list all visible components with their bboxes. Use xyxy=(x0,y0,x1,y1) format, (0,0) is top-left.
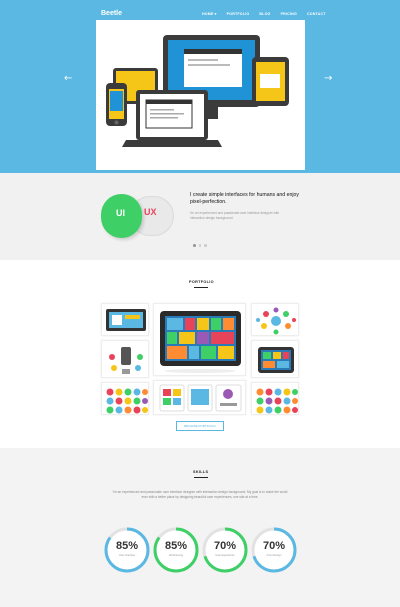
nav-item-home-label: HOME xyxy=(202,12,214,16)
portfolio-thumb xyxy=(109,347,143,374)
skills-title: SKILLS xyxy=(193,470,209,478)
portfolio-item-color-icons[interactable] xyxy=(101,382,149,415)
portfolio-thumb xyxy=(256,307,296,335)
skills-section: SKILLS I'm an experienced and passionate… xyxy=(0,448,400,607)
skill-label: User Experience xyxy=(215,554,235,557)
nav-item-portfolio[interactable]: PORTFOLIO xyxy=(227,12,250,16)
portfolio-item-icon-set[interactable] xyxy=(251,382,299,415)
browse-portfolio-button[interactable]: BROWSE PORTFOLIO xyxy=(176,421,224,431)
portfolio-thumb xyxy=(160,311,241,373)
skill-value: 70% xyxy=(262,540,286,552)
portfolio-item-screens[interactable] xyxy=(153,380,246,415)
skills-description: I'm an experienced and passionate user i… xyxy=(112,490,288,499)
slider-next-arrow-icon[interactable]: → xyxy=(324,73,332,84)
skill-label: User Interface xyxy=(118,554,136,557)
portfolio-thumb xyxy=(258,347,294,373)
portfolio-item-featured-tablet[interactable] xyxy=(153,303,246,376)
slider-dot-1[interactable] xyxy=(193,244,196,247)
skill-value: 85% xyxy=(115,540,139,552)
nav-item-blog[interactable]: BLOG xyxy=(259,12,270,16)
nav-item-home[interactable]: HOME▾ xyxy=(202,12,217,16)
portfolio-title-text: PORTFOLIO xyxy=(189,280,214,284)
skill-label: Wireframing xyxy=(169,554,183,557)
skill-circle-user-interface: 85% User Interface xyxy=(103,526,151,574)
skill-circle-user-experience: 70% User Experience xyxy=(201,526,249,574)
portfolio-thumb xyxy=(106,309,146,331)
devices-illustration xyxy=(106,35,289,147)
title-underline xyxy=(194,287,209,288)
intro-title: I create simple interfaces for humans an… xyxy=(190,192,299,205)
ui-label: UI xyxy=(116,208,125,218)
nav-item-contact[interactable]: CONTACT xyxy=(307,12,326,16)
portfolio-title: PORTFOLIO xyxy=(189,280,214,288)
portfolio-thumb xyxy=(159,384,242,412)
hero-slide-image xyxy=(96,20,305,170)
portfolio-thumb xyxy=(106,388,148,414)
skill-value: 85% xyxy=(164,540,188,552)
hero-section: Beetle HOME▾ PORTFOLIO BLOG PRICING CONT… xyxy=(0,0,400,173)
portfolio-section: PORTFOLIO BROWSE PORTFOLIO xyxy=(0,260,400,448)
skill-circle-wireframing: 85% Wireframing xyxy=(152,526,200,574)
slider-dot-3[interactable] xyxy=(204,244,207,247)
intro-description: I'm an experienced and passionate user i… xyxy=(190,211,280,220)
nav-item-pricing[interactable]: PRICING xyxy=(281,12,297,16)
slider-prev-arrow-icon[interactable]: ← xyxy=(64,73,72,84)
ux-label: UX xyxy=(144,207,157,217)
site-logo[interactable]: Beetle xyxy=(101,10,122,17)
portfolio-item-phone-icons[interactable] xyxy=(101,340,149,378)
portfolio-thumb xyxy=(256,388,298,414)
portfolio-item-tablet-app[interactable] xyxy=(101,303,149,336)
skill-label: Front Design xyxy=(266,554,282,557)
intro-section: UX UI I create simple interfaces for hum… xyxy=(0,173,400,260)
chevron-down-icon: ▾ xyxy=(214,12,217,16)
skill-circle-front-design: 70% Front Design xyxy=(250,526,298,574)
main-nav: HOME▾ PORTFOLIO BLOG PRICING CONTACT xyxy=(202,12,326,16)
title-underline xyxy=(193,477,208,478)
portfolio-item-tablet-dashboard[interactable] xyxy=(251,340,299,378)
slider-dot-2[interactable] xyxy=(198,244,201,247)
skills-title-text: SKILLS xyxy=(193,470,209,474)
skill-value: 70% xyxy=(213,540,237,552)
portfolio-item-icon-cloud[interactable] xyxy=(251,303,299,336)
intro-slider-dots xyxy=(193,244,207,247)
